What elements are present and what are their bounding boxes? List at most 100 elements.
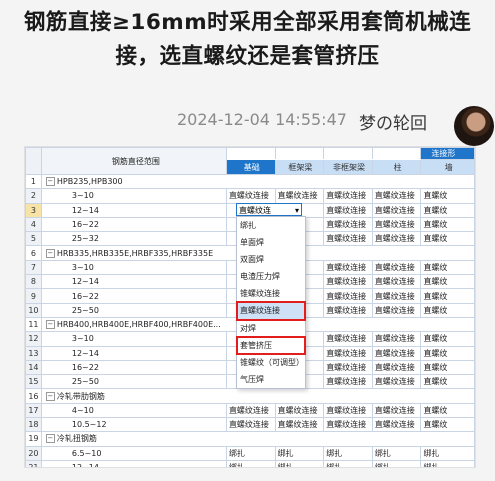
- menu-item[interactable]: 气压焊: [237, 371, 305, 388]
- connection-cell[interactable]: 直螺纹: [420, 359, 475, 376]
- connection-cell[interactable]: 绑扎: [420, 445, 475, 461]
- connection-cell[interactable]: 绑扎: [371, 459, 422, 467]
- menu-item[interactable]: 锥螺纹（可调型）: [237, 354, 305, 371]
- connection-cell[interactable]: 直螺纹连接: [225, 417, 276, 433]
- row-number[interactable]: 13: [25, 345, 42, 361]
- row-number[interactable]: 4: [25, 216, 42, 233]
- col-header[interactable]: 基础: [225, 159, 276, 175]
- connection-cell[interactable]: 直螺纹: [420, 288, 475, 304]
- connection-cell[interactable]: 直螺纹: [420, 402, 475, 419]
- connection-cell[interactable]: 直螺纹连接: [274, 402, 325, 419]
- connection-cell[interactable]: 直螺纹连接: [323, 216, 373, 233]
- connection-cell[interactable]: 直螺纹连接: [274, 417, 325, 433]
- connection-cell[interactable]: 直螺纹: [420, 259, 475, 276]
- connection-cell[interactable]: 直螺纹: [420, 345, 475, 361]
- connection-cell[interactable]: 直螺纹连接: [323, 331, 373, 347]
- row-number[interactable]: 19: [25, 431, 42, 447]
- menu-item-highlighted[interactable]: 直螺纹连接: [236, 301, 306, 321]
- connection-cell[interactable]: 直螺纹连接: [323, 231, 373, 247]
- col-header[interactable]: 柱: [371, 159, 422, 175]
- row-number[interactable]: 11: [25, 316, 42, 333]
- author-name[interactable]: 梦の轮回: [359, 109, 427, 134]
- connection-cell[interactable]: 直螺纹连接: [371, 259, 422, 276]
- row-number[interactable]: 8: [25, 274, 42, 290]
- connection-cell[interactable]: 直螺纹连接: [371, 345, 422, 361]
- row-number[interactable]: 15: [25, 374, 42, 390]
- collapse-icon[interactable]: −: [45, 320, 55, 330]
- avatar[interactable]: [454, 106, 494, 146]
- row-number[interactable]: 2: [25, 188, 42, 204]
- connection-cell[interactable]: 直螺纹: [420, 302, 475, 318]
- connection-cell[interactable]: 直螺纹连接: [323, 259, 373, 276]
- menu-item[interactable]: 锥螺纹连接: [237, 285, 305, 302]
- row-number[interactable]: 18: [25, 417, 42, 433]
- connection-cell[interactable]: 直螺纹连接: [323, 288, 373, 304]
- connection-cell[interactable]: 直螺纹连接: [371, 402, 422, 419]
- connection-cell[interactable]: 直螺纹连接: [371, 274, 422, 290]
- connection-cell[interactable]: 直螺纹连接: [225, 188, 276, 204]
- row-number[interactable]: 5: [25, 231, 42, 247]
- menu-item[interactable]: 电渣压力焊: [237, 268, 305, 285]
- connection-cell[interactable]: 直螺纹连接: [371, 231, 422, 247]
- connection-cell[interactable]: 直螺纹连接: [323, 359, 373, 376]
- connection-cell[interactable]: 直螺纹连接: [323, 374, 373, 390]
- row-number[interactable]: 17: [25, 402, 42, 419]
- connection-cell[interactable]: 直螺纹: [420, 202, 475, 218]
- connection-cell[interactable]: 直螺纹连接: [323, 345, 373, 361]
- connection-cell[interactable]: 直螺纹: [420, 417, 475, 433]
- connection-cell[interactable]: 直螺纹连接: [371, 331, 422, 347]
- col-header[interactable]: 墙: [420, 159, 475, 175]
- connection-cell[interactable]: 直螺纹连接: [323, 274, 373, 290]
- row-number[interactable]: 21: [25, 459, 42, 467]
- connection-cell[interactable]: 直螺纹连接: [323, 202, 373, 218]
- connection-cell[interactable]: 直螺纹连接: [371, 288, 422, 304]
- connection-cell[interactable]: 直螺纹: [420, 331, 475, 347]
- row-number[interactable]: 16: [25, 388, 42, 404]
- row-number[interactable]: 1: [25, 173, 42, 190]
- collapse-icon[interactable]: −: [45, 434, 55, 444]
- connection-cell[interactable]: 直螺纹: [420, 274, 475, 290]
- row-number[interactable]: 14: [25, 359, 42, 376]
- menu-item[interactable]: 双面焊: [237, 251, 305, 268]
- connection-cell[interactable]: 直螺纹: [420, 188, 475, 204]
- row-number[interactable]: 12: [25, 331, 42, 347]
- connection-cell[interactable]: 直螺纹连接: [274, 188, 325, 204]
- menu-item[interactable]: 单面焊: [237, 234, 305, 251]
- connection-cell[interactable]: 绑扎: [371, 445, 422, 461]
- connection-cell[interactable]: 直螺纹: [420, 374, 475, 390]
- connection-cell[interactable]: 直螺纹连接: [323, 302, 373, 318]
- connection-cell[interactable]: 绑扎: [323, 445, 373, 461]
- connection-cell[interactable]: 绑扎: [274, 445, 325, 461]
- connection-cell[interactable]: 绑扎: [420, 459, 475, 467]
- collapse-icon[interactable]: −: [45, 391, 55, 401]
- menu-item[interactable]: 对焊: [237, 320, 305, 337]
- connection-cell[interactable]: 绑扎: [274, 459, 325, 467]
- connection-cell[interactable]: 直螺纹连接: [323, 417, 373, 433]
- connection-cell[interactable]: 绑扎: [225, 459, 276, 467]
- menu-item-highlighted[interactable]: 套管挤压: [236, 335, 306, 355]
- connection-cell[interactable]: 直螺纹连接: [371, 216, 422, 233]
- connection-cell[interactable]: 直螺纹连接: [225, 402, 276, 419]
- row-number[interactable]: 20: [25, 445, 42, 461]
- menu-item[interactable]: 绑扎: [237, 217, 305, 234]
- connection-type-dropdown[interactable]: 直螺纹连 ▾: [236, 203, 302, 216]
- connection-cell[interactable]: 直螺纹连接: [323, 188, 373, 204]
- collapse-icon[interactable]: −: [45, 177, 55, 187]
- connection-cell[interactable]: 直螺纹: [420, 216, 475, 233]
- connection-cell[interactable]: 绑扎: [323, 459, 373, 467]
- connection-cell[interactable]: 直螺纹连接: [371, 374, 422, 390]
- connection-cell[interactable]: 绑扎: [225, 445, 276, 461]
- row-number[interactable]: 7: [25, 259, 42, 276]
- row-number[interactable]: 6: [25, 245, 42, 261]
- col-header[interactable]: 非框架梁: [323, 159, 373, 175]
- row-number[interactable]: 3: [25, 202, 42, 218]
- row-number[interactable]: 9: [25, 288, 42, 304]
- connection-cell[interactable]: 直螺纹连接: [371, 302, 422, 318]
- connection-cell[interactable]: 直螺纹连接: [323, 402, 373, 419]
- connection-cell[interactable]: 直螺纹连接: [371, 202, 422, 218]
- collapse-icon[interactable]: −: [45, 248, 55, 258]
- col-header[interactable]: 框架梁: [274, 159, 325, 175]
- row-number[interactable]: 10: [25, 302, 42, 318]
- connection-cell[interactable]: 直螺纹连接: [371, 359, 422, 376]
- connection-cell[interactable]: 直螺纹连接: [371, 188, 422, 204]
